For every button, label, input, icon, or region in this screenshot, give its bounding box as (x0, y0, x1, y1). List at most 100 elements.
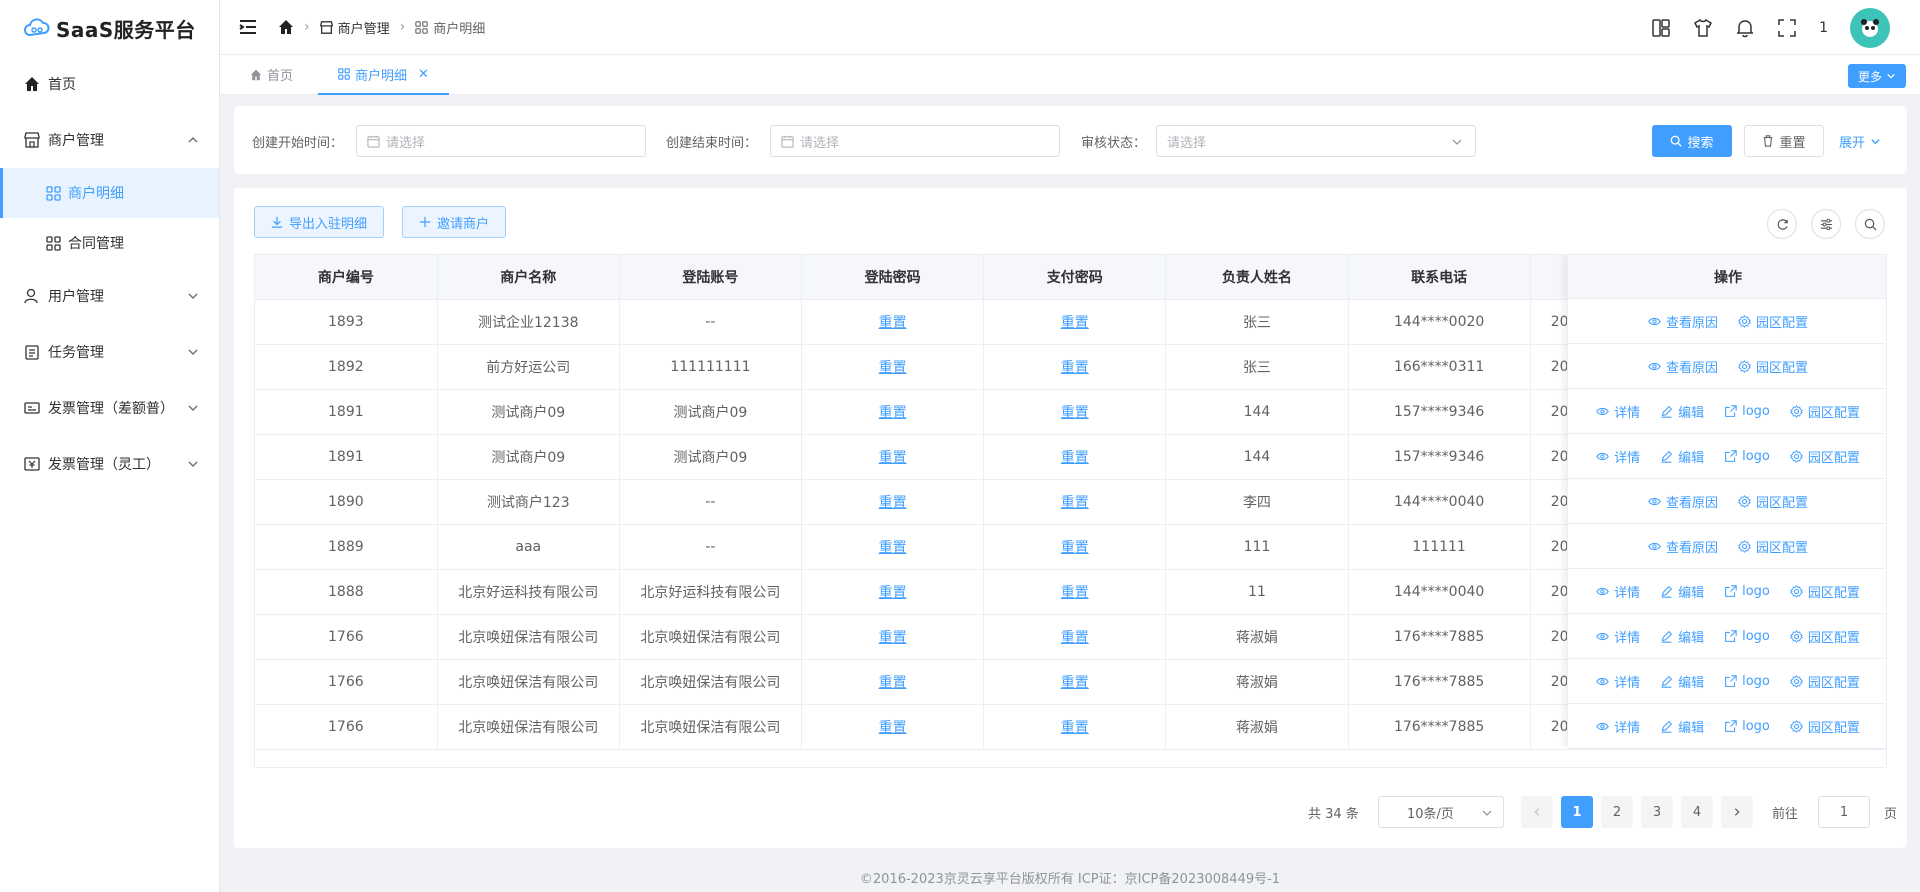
theme-shirt-icon[interactable] (1693, 18, 1713, 38)
goto-page-input[interactable]: 1 (1818, 796, 1870, 828)
invite-merchant-button[interactable]: 邀请商户 (402, 206, 507, 238)
op-link-eye[interactable]: 详情 (1596, 402, 1640, 421)
tab-merchant-detail[interactable]: 商户明细 ✕ (318, 55, 449, 95)
op-link-gear[interactable]: 园区配置 (1789, 582, 1860, 601)
op-link-eye[interactable]: 详情 (1596, 582, 1640, 601)
sidebar-item-merchant-detail[interactable]: 商户明细 (0, 168, 219, 218)
op-link-external-edit[interactable]: logo (1724, 584, 1770, 599)
bell-icon[interactable] (1735, 18, 1755, 38)
sidebar-item-invoice-diff[interactable]: 发票管理（差额普） (0, 380, 219, 436)
reset-link[interactable]: 重置 (1061, 405, 1089, 421)
table-cell-name: 测试商户09 (437, 434, 620, 480)
sidebar-item-contract-management[interactable]: 合同管理 (0, 218, 219, 268)
reset-link[interactable]: 重置 (879, 630, 907, 646)
close-icon[interactable]: ✕ (418, 67, 429, 82)
export-button[interactable]: 导出入驻明细 (254, 206, 385, 238)
reset-link[interactable]: 重置 (1061, 495, 1089, 511)
op-link-edit[interactable]: 编辑 (1660, 717, 1704, 736)
prev-page-button[interactable] (1521, 796, 1553, 828)
op-link-gear[interactable]: 园区配置 (1789, 402, 1860, 421)
op-link-eye[interactable]: 查看原因 (1648, 357, 1718, 376)
op-link-eye[interactable]: 详情 (1596, 627, 1640, 646)
search-button[interactable]: 搜索 (1652, 125, 1732, 157)
op-link-eye[interactable]: 详情 (1596, 672, 1640, 691)
reset-link[interactable]: 重置 (879, 450, 907, 466)
op-link-eye[interactable]: 详情 (1596, 717, 1640, 736)
table-search-button[interactable] (1855, 209, 1885, 239)
column-settings-button[interactable] (1811, 209, 1841, 239)
op-link-eye[interactable]: 查看原因 (1648, 492, 1718, 511)
avatar[interactable] (1850, 7, 1890, 48)
menu-toggle-icon[interactable] (238, 17, 258, 37)
op-link-gear[interactable]: 园区配置 (1738, 312, 1808, 331)
op-link-gear[interactable]: 园区配置 (1738, 537, 1808, 556)
op-link-edit[interactable]: 编辑 (1660, 582, 1704, 601)
sidebar-item-invoice-flex[interactable]: 发票管理（灵工） (0, 436, 219, 492)
reset-link[interactable]: 重置 (879, 720, 907, 736)
page-button-1[interactable]: 1 (1561, 796, 1593, 828)
reset-link[interactable]: 重置 (1061, 585, 1089, 601)
status-select[interactable]: 请选择 (1156, 125, 1476, 157)
reset-link[interactable]: 重置 (1061, 450, 1089, 466)
op-link-edit[interactable]: 编辑 (1660, 627, 1704, 646)
expand-button[interactable]: 展开 (1839, 132, 1881, 151)
breadcrumb-merchant-management[interactable]: 商户管理 (319, 18, 390, 37)
table-cell-name: 北京唤妞保洁有限公司 (437, 704, 620, 750)
reset-link[interactable]: 重置 (1061, 720, 1089, 736)
page-size-select[interactable]: 10条/页 (1378, 796, 1504, 828)
sidebar-item-user-management[interactable]: 用户管理 (0, 268, 219, 324)
op-link-gear[interactable]: 园区配置 (1738, 492, 1808, 511)
op-link-gear[interactable]: 园区配置 (1738, 357, 1808, 376)
layout-icon[interactable] (1651, 18, 1671, 38)
op-link-edit[interactable]: 编辑 (1660, 447, 1704, 466)
op-link-eye[interactable]: 查看原因 (1648, 312, 1718, 331)
more-button[interactable]: 更多 (1847, 64, 1906, 88)
status-label: 审核状态： (1081, 136, 1147, 151)
reset-login-password-link: 重置 (801, 704, 985, 750)
page-button-3[interactable]: 3 (1641, 796, 1673, 828)
op-link-gear[interactable]: 园区配置 (1789, 717, 1860, 736)
table-cell-name: 北京唤妞保洁有限公司 (437, 659, 620, 705)
reset-link[interactable]: 重置 (1061, 540, 1089, 556)
reset-link[interactable]: 重置 (1061, 675, 1089, 691)
page-button-4[interactable]: 4 (1681, 796, 1713, 828)
reset-link[interactable]: 重置 (879, 405, 907, 421)
op-link-gear[interactable]: 园区配置 (1789, 447, 1860, 466)
start-time-input[interactable]: 请选择 (356, 125, 646, 157)
app-logo[interactable]: SaaS服务平台 (0, 0, 219, 56)
sidebar-item-home[interactable]: 首页 (0, 56, 219, 112)
op-link-gear[interactable]: 园区配置 (1789, 672, 1860, 691)
sidebar-item-task-management[interactable]: 任务管理 (0, 324, 219, 380)
op-link-external-edit[interactable]: logo (1724, 674, 1770, 689)
end-time-input[interactable]: 请选择 (770, 125, 1060, 157)
reset-link[interactable]: 重置 (1061, 315, 1089, 331)
op-link-external-edit[interactable]: logo (1724, 449, 1770, 464)
op-link-external-edit[interactable]: logo (1724, 719, 1770, 734)
chevron-down-icon (1452, 139, 1462, 145)
op-link-eye[interactable]: 查看原因 (1648, 537, 1718, 556)
next-page-button[interactable] (1721, 796, 1753, 828)
home-icon[interactable] (278, 19, 294, 35)
refresh-button[interactable] (1767, 209, 1797, 239)
reset-button[interactable]: 重置 (1744, 125, 1824, 157)
eye-icon (1596, 405, 1609, 418)
op-link-eye[interactable]: 详情 (1596, 447, 1640, 466)
reset-link[interactable]: 重置 (1061, 630, 1089, 646)
op-link-gear[interactable]: 园区配置 (1789, 627, 1860, 646)
reset-link[interactable]: 重置 (879, 540, 907, 556)
fullscreen-icon[interactable] (1777, 18, 1797, 38)
sidebar-item-merchant-management[interactable]: 商户管理 (0, 112, 219, 168)
tab-home[interactable]: 首页 (250, 55, 293, 94)
reset-link[interactable]: 重置 (879, 495, 907, 511)
op-link-edit[interactable]: 编辑 (1660, 402, 1704, 421)
op-link-edit[interactable]: 编辑 (1660, 672, 1704, 691)
reset-link[interactable]: 重置 (1061, 360, 1089, 376)
reset-link[interactable]: 重置 (879, 315, 907, 331)
reset-link[interactable]: 重置 (879, 360, 907, 376)
op-link-external-edit[interactable]: logo (1724, 404, 1770, 419)
op-link-external-edit[interactable]: logo (1724, 629, 1770, 644)
page-button-2[interactable]: 2 (1601, 796, 1633, 828)
eye-icon (1648, 495, 1661, 508)
reset-link[interactable]: 重置 (879, 675, 907, 691)
reset-link[interactable]: 重置 (879, 585, 907, 601)
